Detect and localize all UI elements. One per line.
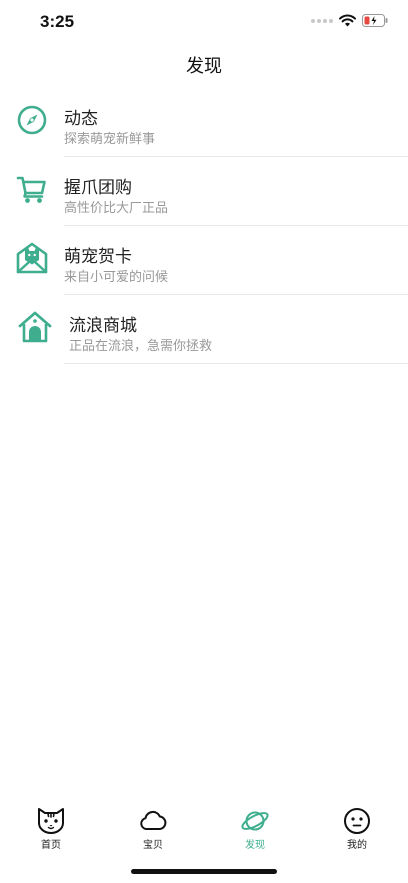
tab-baby[interactable]: 宝贝 [102, 800, 204, 860]
cloud-icon [140, 810, 167, 830]
cart-icon [16, 176, 46, 203]
status-time: 3:25 [40, 12, 75, 31]
home-indicator [131, 869, 277, 874]
planet-icon [241, 811, 269, 831]
status-bar: 3:25 [0, 0, 408, 44]
mail-card-icon [16, 242, 48, 274]
pet-house-icon [18, 311, 52, 343]
tab-label: 宝贝 [143, 840, 163, 851]
tab-label: 首页 [41, 840, 61, 851]
battery-icon [362, 14, 388, 27]
menu-item-group-buy[interactable]: 握爪团购 高性价比大厂正品 [0, 157, 408, 226]
compass-icon [17, 105, 47, 135]
page-title: 发现 [186, 56, 222, 77]
tab-discover[interactable]: 发现 [204, 800, 306, 860]
menu-title: 握爪团购 [64, 178, 132, 198]
menu-subtitle: 高性价比大厂正品 [64, 201, 169, 216]
menu-title: 动态 [64, 109, 98, 129]
divider [64, 363, 408, 364]
signal-icon [311, 18, 333, 23]
menu-subtitle: 探索萌宠新鲜事 [64, 132, 156, 147]
tab-home[interactable]: 首页 [0, 800, 102, 860]
cat-face-icon [38, 808, 64, 834]
menu-title: 萌宠贺卡 [64, 247, 132, 267]
menu-title: 流浪商城 [69, 316, 137, 336]
wifi-icon [339, 14, 356, 27]
menu-item-moments[interactable]: 动态 探索萌宠新鲜事 [0, 88, 408, 157]
discover-menu: 动态 探索萌宠新鲜事 握爪团购 高性价比大厂正品 萌宠贺卡 来自小可爱的问候 流… [0, 88, 408, 364]
smiley-icon [344, 808, 370, 834]
tab-label: 我的 [347, 840, 367, 851]
status-indicators [311, 14, 388, 27]
menu-subtitle: 正品在流浪，急需你拯救 [69, 339, 213, 354]
menu-item-stray-shop[interactable]: 流浪商城 正品在流浪，急需你拯救 [0, 295, 408, 364]
tab-mine[interactable]: 我的 [306, 800, 408, 860]
menu-subtitle: 来自小可爱的问候 [64, 270, 169, 285]
tab-label: 发现 [245, 840, 265, 851]
menu-item-greeting-card[interactable]: 萌宠贺卡 来自小可爱的问候 [0, 226, 408, 295]
